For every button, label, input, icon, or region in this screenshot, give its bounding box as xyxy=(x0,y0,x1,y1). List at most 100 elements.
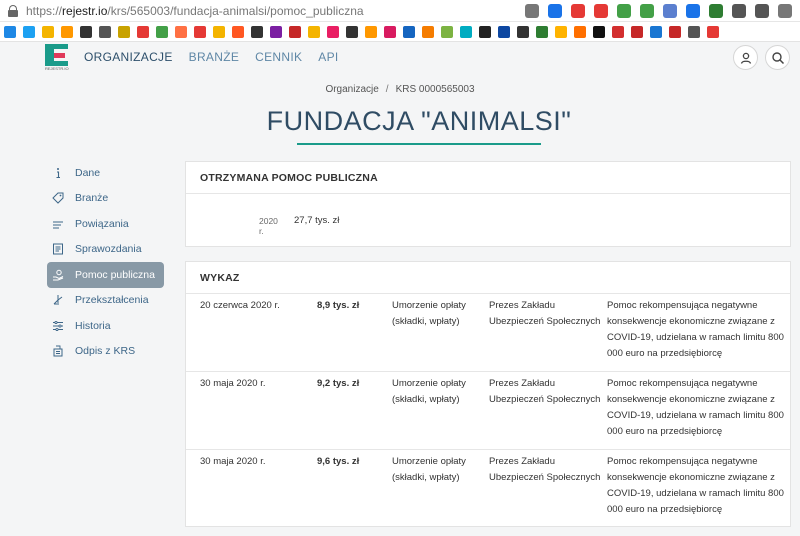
bookmark-favicon-icon[interactable] xyxy=(593,25,605,38)
breadcrumb-root[interactable]: Organizacje xyxy=(325,84,378,95)
row-description: Pomoc rekompensująca negatywne konsekwen… xyxy=(607,456,784,515)
extension-icon[interactable] xyxy=(571,4,585,18)
row-amount: 9,6 tys. zł xyxy=(317,456,360,467)
extension-icon[interactable] xyxy=(548,4,562,18)
sidebar-item-sprawozdania[interactable]: Sprawozdania xyxy=(47,237,164,263)
hand-coin-icon xyxy=(52,269,64,281)
bookmark-favicon-icon[interactable] xyxy=(213,25,225,38)
bookmark-favicon-icon[interactable] xyxy=(669,25,681,38)
bookmark-favicon-icon[interactable] xyxy=(460,25,472,38)
bookmark-favicon-icon[interactable] xyxy=(23,25,35,38)
bookmark-favicon-icon[interactable] xyxy=(118,25,130,38)
bookmark-favicon-icon[interactable] xyxy=(308,25,320,38)
bookmark-favicon-icon[interactable] xyxy=(42,25,54,38)
extension-icon[interactable] xyxy=(686,4,700,18)
bookmark-favicon-icon[interactable] xyxy=(707,25,719,38)
sidebar-item-odpis-z-krs[interactable]: Odpis z KRS xyxy=(47,339,164,365)
user-button[interactable] xyxy=(733,45,758,70)
row-date: 30 maja 2020 r. xyxy=(200,378,266,389)
lock-icon xyxy=(8,4,18,17)
site-header: REJESTR.IO ORGANIZACJE BRANŻE CENNIK API xyxy=(0,42,800,72)
extension-icon[interactable] xyxy=(663,4,677,18)
bookmark-favicon-icon[interactable] xyxy=(650,25,662,38)
sidebar-item-historia[interactable]: Historia xyxy=(47,313,164,339)
nav-branze[interactable]: BRANŻE xyxy=(189,50,239,64)
sidebar-item-pomoc-publiczna[interactable]: Pomoc publiczna xyxy=(47,262,164,288)
nav-organizacje[interactable]: ORGANIZACJE xyxy=(84,50,173,64)
bookmark-favicon-icon[interactable] xyxy=(403,25,415,38)
row-amount: 8,9 tys. zł xyxy=(317,300,360,311)
extension-toolbar xyxy=(525,4,792,18)
bookmark-favicon-icon[interactable] xyxy=(422,25,434,38)
row-amount: 9,2 tys. zł xyxy=(317,378,360,389)
bookmark-favicon-icon[interactable] xyxy=(536,25,548,38)
extension-icon[interactable] xyxy=(594,4,608,18)
sidebar-item-przeksztalcenia[interactable]: Przekształcenia xyxy=(47,288,164,314)
bookmark-favicon-icon[interactable] xyxy=(365,25,377,38)
rejestr-logo[interactable]: REJESTR.IO xyxy=(45,44,73,71)
nav-cennik[interactable]: CENNIK xyxy=(255,50,302,64)
extract-icon xyxy=(52,345,64,357)
bookmarks-bar xyxy=(0,22,800,42)
aid-year: 2020 r. xyxy=(259,216,278,236)
info-icon xyxy=(52,167,64,179)
bookmark-favicon-icon[interactable] xyxy=(517,25,529,38)
bookmark-favicon-icon[interactable] xyxy=(289,25,301,38)
breadcrumb: Organizacje / KRS 0000565003 xyxy=(325,84,475,95)
tag-icon xyxy=(52,192,64,204)
row-institution: Prezes Zakładu Ubezpieczeń Społecznych xyxy=(489,300,601,327)
extension-icon[interactable] xyxy=(617,4,631,18)
links-icon xyxy=(52,218,64,230)
document-icon xyxy=(52,243,64,255)
bookmark-favicon-icon[interactable] xyxy=(327,25,339,38)
sidebar-item-dane[interactable]: Dane xyxy=(47,160,164,186)
row-description: Pomoc rekompensująca negatywne konsekwen… xyxy=(607,378,784,437)
extension-icon[interactable] xyxy=(778,4,792,18)
bookmark-favicon-icon[interactable] xyxy=(80,25,92,38)
bookmark-favicon-icon[interactable] xyxy=(479,25,491,38)
bookmark-favicon-icon[interactable] xyxy=(270,25,282,38)
address-bar[interactable]: https://rejestr.io/krs/565003/fundacja-a… xyxy=(0,0,800,22)
row-description: Pomoc rekompensująca negatywne konsekwen… xyxy=(607,300,784,359)
extension-icon[interactable] xyxy=(755,4,769,18)
bookmark-favicon-icon[interactable] xyxy=(441,25,453,38)
breadcrumb-current: KRS 0000565003 xyxy=(395,84,475,95)
history-icon xyxy=(52,320,64,332)
bookmark-favicon-icon[interactable] xyxy=(251,25,263,38)
search-icon xyxy=(772,52,785,65)
url-text[interactable]: https://rejestr.io/krs/565003/fundacja-a… xyxy=(26,4,364,18)
row-institution: Prezes Zakładu Ubezpieczeń Społecznych xyxy=(489,378,601,405)
search-button[interactable] xyxy=(765,45,790,70)
bookmark-favicon-icon[interactable] xyxy=(555,25,567,38)
bookmark-favicon-icon[interactable] xyxy=(156,25,168,38)
main-nav: ORGANIZACJE BRANŻE CENNIK API xyxy=(84,50,339,64)
bookmark-favicon-icon[interactable] xyxy=(61,25,73,38)
bookmark-favicon-icon[interactable] xyxy=(688,25,700,38)
bookmark-favicon-icon[interactable] xyxy=(99,25,111,38)
sidebar-item-branze[interactable]: Branże xyxy=(47,186,164,212)
row-form: Umorzenie opłaty (składki, wpłaty) xyxy=(392,378,466,405)
extension-icon[interactable] xyxy=(640,4,654,18)
bookmark-favicon-icon[interactable] xyxy=(498,25,510,38)
row-date: 30 maja 2020 r. xyxy=(200,456,266,467)
bookmark-favicon-icon[interactable] xyxy=(4,25,16,38)
bookmark-favicon-icon[interactable] xyxy=(194,25,206,38)
bookmark-favicon-icon[interactable] xyxy=(137,25,149,38)
user-icon xyxy=(740,52,752,64)
table-row: 30 maja 2020 r. 9,2 tys. zł Umorzenie op… xyxy=(186,372,790,450)
extension-icon[interactable] xyxy=(709,4,723,18)
nav-api[interactable]: API xyxy=(318,50,338,64)
extension-icon[interactable] xyxy=(525,4,539,18)
aid-list-title: WYKAZ xyxy=(186,262,790,294)
table-row: 30 maja 2020 r. 9,6 tys. zł Umorzenie op… xyxy=(186,450,790,526)
bookmark-favicon-icon[interactable] xyxy=(631,25,643,38)
sidebar-item-powiazania[interactable]: Powiązania xyxy=(47,211,164,237)
bookmark-favicon-icon[interactable] xyxy=(384,25,396,38)
bookmark-favicon-icon[interactable] xyxy=(346,25,358,38)
aid-amount: 27,7 tys. zł xyxy=(294,215,340,226)
bookmark-favicon-icon[interactable] xyxy=(574,25,586,38)
extension-icon[interactable] xyxy=(732,4,746,18)
bookmark-favicon-icon[interactable] xyxy=(612,25,624,38)
bookmark-favicon-icon[interactable] xyxy=(232,25,244,38)
bookmark-favicon-icon[interactable] xyxy=(175,25,187,38)
